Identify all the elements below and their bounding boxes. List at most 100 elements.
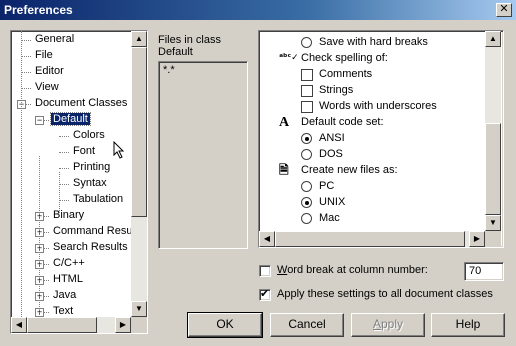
collapse-icon[interactable]: − [35, 116, 44, 125]
close-icon[interactable]: ✕ [496, 3, 512, 17]
tree-guide-line [39, 156, 40, 317]
scroll-thumb-horizontal[interactable] [275, 231, 465, 247]
tree-item-command-resu[interactable]: Command Resu [51, 224, 131, 240]
tree-item-label: Command Resu [53, 225, 131, 237]
scroll-right-icon[interactable]: ▶ [469, 231, 485, 247]
list-item[interactable]: *.* [163, 64, 175, 76]
option-group-label: Check spelling of: [301, 52, 388, 64]
scroll-down-icon[interactable]: ▼ [131, 301, 147, 317]
radio-button[interactable] [301, 149, 312, 160]
tree-item-syntax[interactable]: Syntax [71, 176, 109, 192]
files-list[interactable]: *.* [158, 61, 248, 249]
radio-ansi[interactable]: ANSI [259, 131, 485, 147]
scroll-thumb-horizontal[interactable] [27, 317, 97, 333]
checkbox-words-with-underscores[interactable]: Words with underscores [259, 99, 485, 115]
checkbox[interactable] [301, 101, 313, 113]
option-label: ANSI [319, 132, 345, 144]
category-tree[interactable]: General File Editor View Document Classes − De… [10, 30, 148, 334]
tree-item-binary[interactable]: Binary [51, 208, 86, 224]
tree-item-tabulation[interactable]: Tabulation [71, 192, 125, 208]
options-panel[interactable]: Save with hard breaks ᵃᵇᶜ✓ Check spelling … [258, 30, 504, 248]
tree-horizontal-scrollbar[interactable]: ◀ ▶ [11, 317, 131, 333]
tree-item-c-c[interactable]: C/C++ [51, 256, 87, 272]
tree-item-html[interactable]: HTML [51, 272, 85, 288]
tree-item-label: Syntax [73, 177, 107, 189]
radio-button[interactable] [301, 181, 312, 192]
tree-connector [21, 40, 31, 41]
tree-item-printing[interactable]: Printing [71, 160, 112, 176]
apply-all-label: Apply these settings to all document cla… [277, 288, 493, 300]
checkbox-comments[interactable]: Comments [259, 67, 485, 83]
options-items: Save with hard breaks ᵃᵇᶜ✓ Check spelling … [259, 31, 485, 247]
ok-button[interactable]: OK [187, 312, 263, 338]
checkbox[interactable] [301, 69, 313, 81]
checkbox[interactable] [301, 85, 313, 97]
tree-item-label: Document Classes [35, 97, 128, 109]
radio-save-with-hard-breaks[interactable]: Save with hard breaks [259, 35, 485, 51]
option-group-check-spelling-of: ᵃᵇᶜ✓ Check spelling of: [259, 51, 485, 67]
scroll-corner [131, 317, 147, 333]
apply-rest: pply [381, 317, 404, 331]
option-label: Mac [319, 212, 340, 224]
tree-item-document-classes[interactable]: Document Classes [33, 96, 129, 112]
tree-item-java[interactable]: Java [51, 288, 78, 304]
tree-item-label: Colors [73, 129, 105, 141]
radio-unix[interactable]: UNIX [259, 195, 485, 211]
radio-button[interactable] [301, 133, 312, 144]
scroll-thumb[interactable] [485, 123, 501, 215]
scroll-up-icon[interactable]: ▲ [485, 31, 501, 47]
new-file-icon: 🗎 [279, 163, 289, 177]
tree-item-text[interactable]: Text [51, 304, 75, 317]
scroll-right-icon[interactable]: ▶ [115, 317, 131, 333]
scroll-left-icon[interactable]: ◀ [259, 231, 275, 247]
tree-item-label: Default [50, 112, 91, 126]
tree-item-label: Tabulation [73, 193, 124, 205]
spellcheck-icon: ᵃᵇᶜ✓ [279, 53, 299, 63]
tree-item-general[interactable]: General [33, 32, 76, 48]
tree-guide-line [21, 31, 22, 317]
tree-item-label: File [35, 49, 53, 61]
tree-item-label: Search Results [53, 241, 128, 253]
tree-vertical-scrollbar[interactable]: ▲ ▼ [131, 31, 147, 317]
apply-mnemonic: A [372, 317, 381, 331]
tree-item-search-results[interactable]: Search Results [51, 240, 130, 256]
title-bar[interactable]: Preferences ✕ [0, 0, 516, 20]
tree-connector [21, 72, 31, 73]
options-horizontal-scrollbar[interactable]: ◀ ▶ [259, 231, 485, 247]
scroll-left-icon[interactable]: ◀ [11, 317, 27, 333]
apply-button[interactable]: Apply [351, 313, 425, 337]
tree-connector [59, 168, 69, 169]
apply-all-checkbox[interactable]: ✔ [259, 288, 271, 301]
tree-item-file[interactable]: File [33, 48, 55, 64]
font-icon: A [279, 115, 290, 130]
radio-dos[interactable]: DOS [259, 147, 485, 163]
scroll-down-icon[interactable]: ▼ [485, 215, 501, 231]
tree-item-label: Text [53, 305, 74, 317]
cancel-button[interactable]: Cancel [270, 313, 344, 337]
radio-button[interactable] [301, 37, 312, 48]
word-break-checkbox[interactable] [259, 265, 271, 277]
tree-item-view[interactable]: View [33, 80, 61, 96]
tree-item-font[interactable]: Font [71, 144, 97, 160]
preferences-dialog: Preferences ✕ General File Editor View Docum… [0, 0, 516, 346]
tree-item-colors[interactable]: Colors [71, 128, 107, 144]
options-vertical-scrollbar[interactable]: ▲ ▼ [485, 31, 501, 231]
column-number-input[interactable]: 70 [464, 262, 504, 281]
scroll-thumb[interactable] [131, 47, 147, 217]
tree-item-label: HTML [53, 273, 83, 285]
radio-pc[interactable]: PC [259, 179, 485, 195]
tree-connector [21, 56, 31, 57]
tree-item-label: Editor [35, 65, 64, 77]
checkbox-strings[interactable]: Strings [259, 83, 485, 99]
radio-button[interactable] [301, 197, 312, 208]
tree-item-default[interactable]: Default [50, 112, 91, 128]
tree-item-editor[interactable]: Editor [33, 64, 66, 80]
radio-button[interactable] [301, 213, 312, 224]
scroll-up-icon[interactable]: ▲ [131, 31, 147, 47]
option-group-create-new-files-as: 🗎 Create new files as: [259, 163, 485, 179]
mouse-cursor-icon [113, 141, 125, 159]
tree-guide-line [59, 172, 60, 213]
radio-mac[interactable]: Mac [259, 211, 485, 227]
tree-connector [59, 200, 69, 201]
help-button[interactable]: Help [431, 313, 505, 337]
